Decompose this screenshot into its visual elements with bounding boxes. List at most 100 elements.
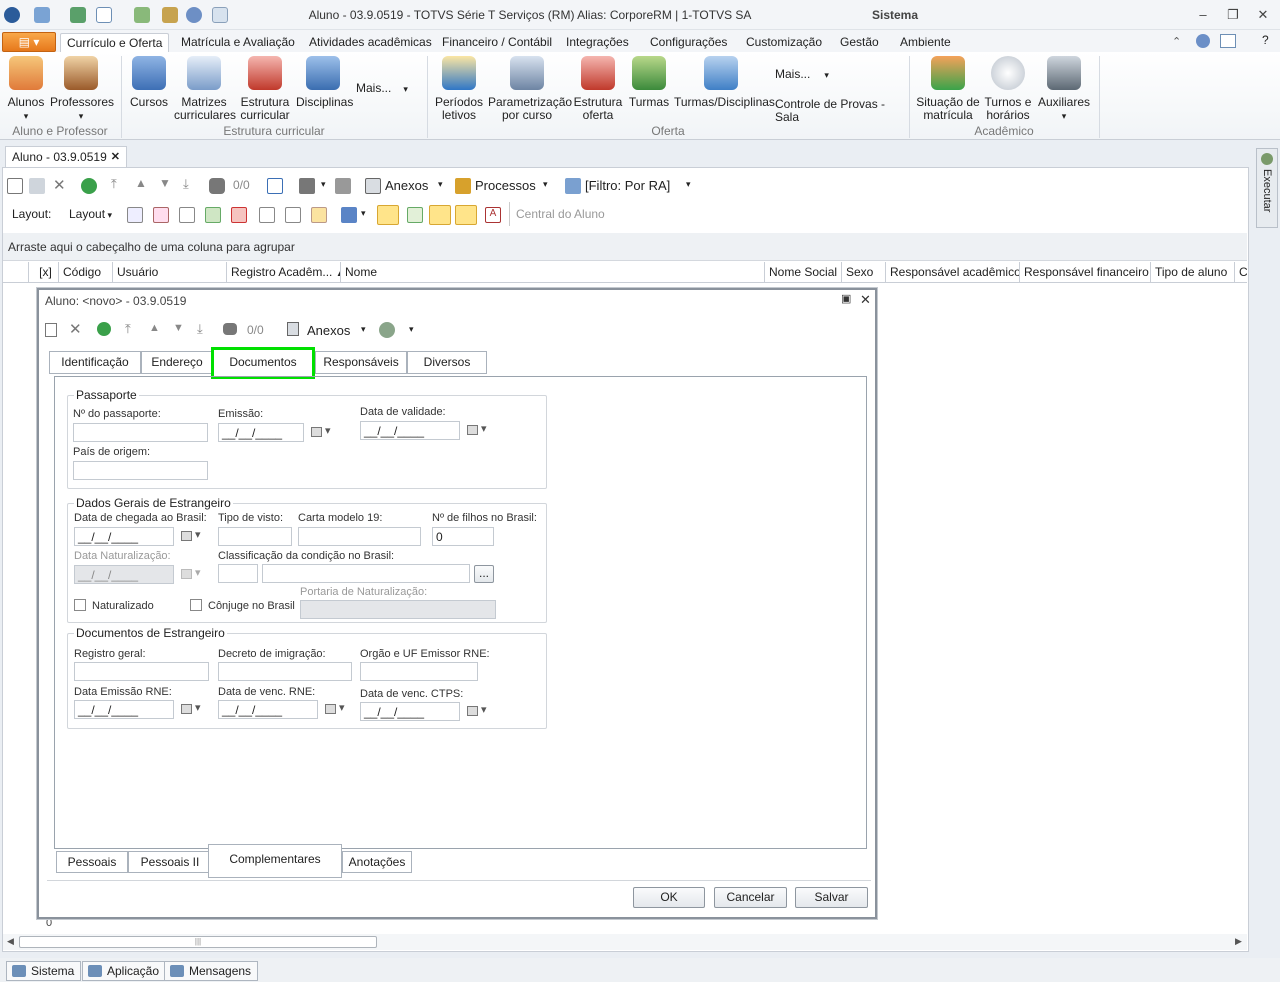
application-menu-button[interactable]: ▤ ▾: [2, 32, 56, 52]
new-icon[interactable]: [45, 323, 57, 337]
column-usuario[interactable]: Usuário: [113, 262, 227, 283]
chevron-down-icon[interactable]: ▾: [438, 179, 443, 190]
disciplinas-button[interactable]: Disciplinas: [296, 56, 353, 109]
decreto-input[interactable]: [218, 662, 352, 681]
column-resp-financeiro[interactable]: Responsável financeiro: [1020, 262, 1151, 283]
executar-panel[interactable]: Executar: [1256, 148, 1278, 228]
new-icon[interactable]: [7, 178, 23, 194]
binoculars-icon[interactable]: [209, 178, 225, 194]
tab-endereco[interactable]: Endereço: [141, 351, 213, 374]
column-nome-social[interactable]: Nome Social: [765, 262, 842, 283]
estrutura-curricular-button[interactable]: Estrutura curricular: [238, 56, 292, 122]
tab-atividades[interactable]: Atividades acadêmicas: [303, 33, 438, 52]
chevron-down-icon[interactable]: ▾: [409, 324, 414, 335]
chegada-date-input[interactable]: __/__/____: [74, 527, 174, 546]
tab-documentos[interactable]: Documentos: [211, 347, 315, 379]
date-picker-button[interactable]: ▾: [462, 421, 496, 440]
mais-estrutura-button[interactable]: Mais... ▾: [356, 82, 418, 96]
close-icon[interactable]: ✕: [1254, 6, 1272, 24]
prev-icon[interactable]: ▲: [135, 176, 147, 190]
chevron-down-icon[interactable]: ▾: [361, 208, 366, 219]
tab-pessoais-ii[interactable]: Pessoais II: [128, 851, 212, 873]
grid-icon[interactable]: [267, 178, 283, 194]
controle-provas-button[interactable]: Controle de Provas - Sala: [775, 98, 905, 124]
text-icon[interactable]: A: [485, 207, 501, 223]
periodos-letivos-button[interactable]: Períodos letivos: [434, 56, 484, 122]
classificacao-code-input[interactable]: [218, 564, 258, 583]
chevron-down-icon[interactable]: ▾: [321, 179, 326, 190]
filter-button[interactable]: [Filtro: Por RA]: [585, 178, 670, 193]
date-picker-button[interactable]: ▾: [306, 423, 336, 442]
sistema-button[interactable]: Sistema: [6, 961, 82, 981]
horizontal-scrollbar[interactable]: ◀ ||| ▶: [3, 934, 1247, 950]
emissao-date-input[interactable]: __/__/____: [218, 423, 304, 442]
tab-identificacao[interactable]: Identificação: [49, 351, 141, 374]
layout-icon[interactable]: [1220, 34, 1236, 48]
column-c[interactable]: C: [1235, 262, 1247, 283]
alunos-button[interactable]: Alunos ▾: [4, 56, 48, 123]
tab-customizacao[interactable]: Customização: [740, 33, 828, 52]
refresh-icon[interactable]: [81, 178, 97, 194]
restore-icon[interactable]: ❐: [1224, 6, 1242, 24]
next-icon[interactable]: ▼: [173, 322, 184, 334]
globe-icon[interactable]: [379, 322, 395, 338]
close-icon[interactable]: ✕: [860, 292, 871, 308]
layout-icon[interactable]: [205, 207, 221, 223]
view-icon[interactable]: [429, 205, 451, 225]
parametrizacao-button[interactable]: Parametrização por curso: [488, 56, 572, 122]
column-resp-academico[interactable]: Responsável acadêmico: [886, 262, 1020, 283]
date-picker-button[interactable]: ▾: [176, 700, 210, 719]
view-icon[interactable]: [455, 205, 477, 225]
validade-date-input[interactable]: __/__/____: [360, 421, 460, 440]
scrollbar-thumb[interactable]: |||: [19, 936, 377, 948]
column-select[interactable]: [x]: [29, 262, 59, 283]
lookup-button[interactable]: ...: [474, 565, 494, 583]
ok-button[interactable]: OK: [633, 887, 705, 908]
tab-responsaveis[interactable]: Responsáveis: [315, 351, 407, 374]
collapse-ribbon-icon[interactable]: ⌃: [1172, 35, 1181, 48]
turmas-button[interactable]: Turmas: [628, 56, 670, 109]
column-registro[interactable]: Registro Acadêm... ▲: [227, 262, 341, 283]
refresh-icon[interactable]: [97, 322, 111, 336]
first-icon[interactable]: ⤒: [111, 176, 117, 192]
pais-origem-input[interactable]: [73, 461, 208, 480]
registro-geral-input[interactable]: [74, 662, 209, 681]
professores-button[interactable]: Professores ▾: [50, 56, 114, 123]
cursos-button[interactable]: Cursos: [128, 56, 170, 109]
anexos-button[interactable]: Anexos: [307, 323, 350, 338]
delete-icon[interactable]: ✕: [69, 320, 82, 338]
anexos-button[interactable]: Anexos: [385, 178, 428, 193]
tab-pessoais[interactable]: Pessoais: [56, 851, 128, 873]
central-aluno-button[interactable]: Central do Aluno: [509, 202, 605, 226]
column-tipo-aluno[interactable]: Tipo de aluno: [1151, 262, 1235, 283]
scroll-left-icon[interactable]: ◀: [7, 936, 14, 947]
date-picker-button[interactable]: ▾: [320, 700, 354, 719]
tab-matricula-avaliacao[interactable]: Matrícula e Avaliação: [175, 33, 301, 52]
turmas-disciplinas-button[interactable]: Turmas/Disciplinas: [674, 56, 775, 109]
maximize-icon[interactable]: ▣: [841, 292, 851, 305]
aplicacao-button[interactable]: Aplicação: [82, 961, 167, 981]
estrutura-oferta-button[interactable]: Estrutura oferta: [572, 56, 624, 122]
mensagens-button[interactable]: Mensagens: [164, 961, 259, 981]
grid-icon[interactable]: [259, 207, 275, 223]
tab-configuracoes[interactable]: Configurações: [644, 33, 733, 52]
view-icon[interactable]: [407, 207, 423, 223]
tipo-visto-input[interactable]: [218, 527, 292, 546]
view-icon[interactable]: [377, 205, 399, 225]
filhos-input[interactable]: 0: [432, 527, 494, 546]
tab-financeiro[interactable]: Financeiro / Contábil: [436, 33, 558, 52]
column-codigo[interactable]: Código: [59, 262, 113, 283]
chevron-down-icon[interactable]: ▾: [686, 179, 691, 190]
scroll-right-icon[interactable]: ▶: [1235, 936, 1242, 947]
next-icon[interactable]: ▼: [159, 176, 171, 190]
tab-diversos[interactable]: Diversos: [407, 351, 487, 374]
tab-complementares[interactable]: Complementares: [208, 844, 342, 878]
layout-icon[interactable]: [153, 207, 169, 223]
classificacao-desc-input[interactable]: [262, 564, 470, 583]
tab-anotacoes[interactable]: Anotações: [342, 851, 412, 873]
document-tab[interactable]: Aluno - 03.9.0519 ✕: [5, 146, 127, 168]
date-picker-button[interactable]: ▾: [462, 702, 496, 721]
passport-number-input[interactable]: [73, 423, 208, 442]
globe-icon[interactable]: [1196, 34, 1210, 48]
print-icon[interactable]: [335, 178, 351, 194]
